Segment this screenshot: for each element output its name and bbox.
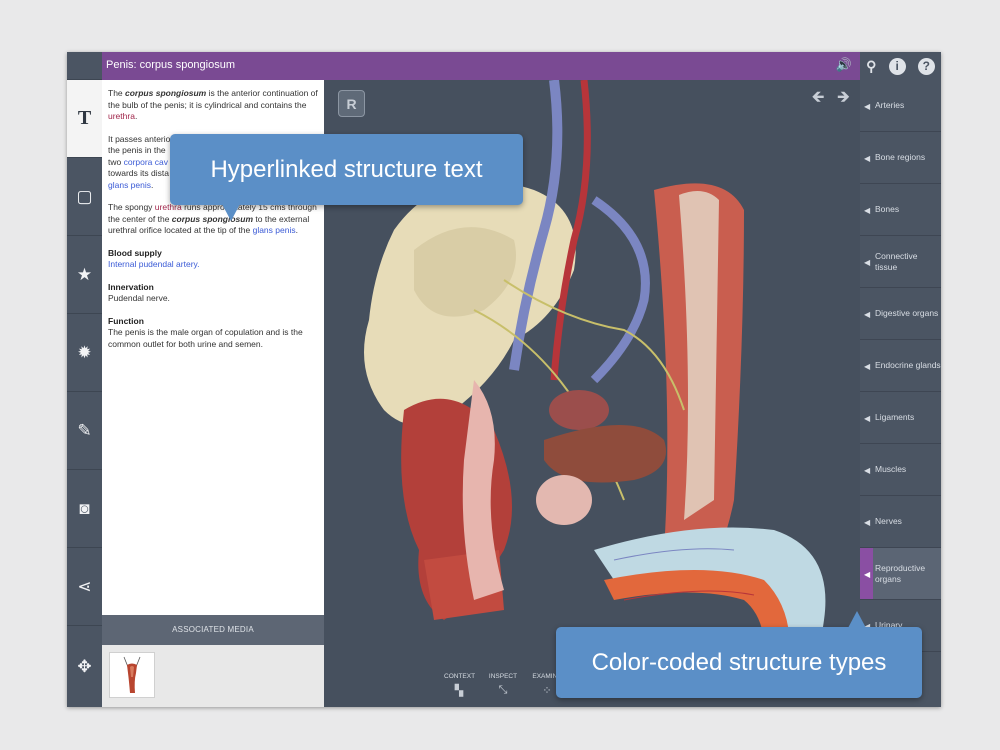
innervation-section: Innervation Pudendal nerve. <box>108 282 318 305</box>
favorites-button[interactable]: ★ <box>67 236 102 314</box>
triangle-left-icon: ◀ <box>864 101 871 111</box>
frame-tool-button[interactable]: ▢ <box>67 158 102 236</box>
callout-color-coded: Color-coded structure types <box>556 611 922 698</box>
callout-hyperlinked-text: Hyperlinked structure text <box>170 134 523 221</box>
category-digestive-organs[interactable]: ◀ Digestive organs <box>860 288 941 340</box>
share-button[interactable]: ⋖ <box>67 548 102 626</box>
blood-supply-heading: Blood supply <box>108 247 162 258</box>
category-arteries[interactable]: ◀ Arteries <box>860 80 941 132</box>
function-heading: Function <box>108 315 144 326</box>
move-icon: ✥ <box>77 656 92 676</box>
context-icon: ▚ <box>454 685 464 697</box>
text-icon: T <box>77 107 92 129</box>
triangle-left-icon: ◀ <box>864 361 871 371</box>
inspect-icon: ⤡ <box>498 684 508 696</box>
media-thumbnail[interactable] <box>109 652 155 698</box>
category-reproductive-organs[interactable]: ◀ Reproductive organs <box>860 548 941 600</box>
innervation-text: Pudendal nerve. <box>108 293 170 303</box>
speaker-icon[interactable]: 🔊 <box>836 57 852 73</box>
context-mode-button[interactable]: CONTEXT ▚ <box>444 673 476 697</box>
triangle-left-icon: ◀ <box>864 517 871 527</box>
camera-button[interactable]: ◙ <box>67 470 102 548</box>
settings-button[interactable]: ✹ <box>67 314 102 392</box>
tools-button[interactable]: ✎ <box>67 392 102 470</box>
triangle-left-icon: ◀ <box>864 257 871 267</box>
triangle-left-icon: ◀ <box>864 569 871 579</box>
triangle-left-icon: ◀ <box>864 205 871 215</box>
context-mode-label: CONTEXT <box>444 673 476 680</box>
associated-media-header: ASSOCIATED MEDIA <box>102 615 324 645</box>
category-bones[interactable]: ◀ Bones <box>860 184 941 236</box>
link-glans-penis[interactable]: glans penis <box>108 180 151 190</box>
link-urethra[interactable]: urethra <box>108 111 135 121</box>
pencil-ruler-icon: ✎ <box>77 420 92 440</box>
callout-hyperlinked-text-label: Hyperlinked structure text <box>210 155 483 183</box>
category-muscles[interactable]: ◀ Muscles <box>860 444 941 496</box>
link-internal-pudendal-artery[interactable]: Internal pudendal artery. <box>108 259 200 269</box>
category-ligaments[interactable]: ◀ Ligaments <box>860 392 941 444</box>
top-icons: ⚲ i ? <box>860 52 941 80</box>
help-icon[interactable]: ? <box>917 57 935 75</box>
left-toolbar: T ▢ ★ ✹ ✎ ◙ ⋖ ✥ <box>67 52 102 707</box>
back-arrow-icon[interactable]: 🡸 <box>812 89 825 106</box>
function-section: Function The penis is the male organ of … <box>108 316 318 351</box>
link-corpora-cavernosa[interactable]: corpora cav <box>124 157 168 167</box>
info-icon[interactable]: i <box>888 57 906 75</box>
structure-type-list: ◀ Arteries ◀ Bone regions ◀ Bones ◀ Connecti… <box>860 80 941 707</box>
move-button[interactable]: ✥ <box>67 626 102 707</box>
callout-pointer <box>222 204 240 221</box>
triangle-left-icon: ◀ <box>864 413 871 423</box>
callout-color-coded-label: Color-coded structure types <box>591 648 887 676</box>
link-glans-penis-2[interactable]: glans penis <box>253 225 296 235</box>
nav-arrows: 🡸 🡺 <box>804 86 850 113</box>
innervation-heading: Innervation <box>108 281 154 292</box>
function-text: The penis is the male organ of copulatio… <box>108 327 303 349</box>
blood-supply-section: Blood supply Internal pudendal artery. <box>108 248 318 271</box>
category-connective-tissue[interactable]: ◀ Connective tissue <box>860 236 941 288</box>
category-endocrine-glands[interactable]: ◀ Endocrine glands <box>860 340 941 392</box>
star-icon: ★ <box>76 264 93 284</box>
camera-icon: ◙ <box>79 498 90 518</box>
structure-header: Penis: corpus spongiosum 🔊 <box>102 52 860 80</box>
frame-icon: ▢ <box>76 186 93 206</box>
toolbar-header <box>67 52 102 80</box>
share-icon: ⋖ <box>77 576 92 596</box>
associated-media-row <box>102 645 324 707</box>
text-tool-button[interactable]: T <box>67 80 102 158</box>
inspect-mode-label: INSPECT <box>488 673 518 680</box>
forward-arrow-icon[interactable]: 🡺 <box>837 89 850 106</box>
triangle-left-icon: ◀ <box>864 153 871 163</box>
view-mode-bar: CONTEXT ▚ INSPECT ⤡ EXAMINE ⁘ <box>444 673 562 697</box>
triangle-left-icon: ◀ <box>864 465 871 475</box>
callout-pointer <box>848 611 866 628</box>
category-bone-regions[interactable]: ◀ Bone regions <box>860 132 941 184</box>
category-nerves[interactable]: ◀ Nerves <box>860 496 941 548</box>
description-paragraph-1: The corpus spongiosum is the anterior co… <box>108 88 318 121</box>
triangle-left-icon: ◀ <box>864 309 871 319</box>
search-icon[interactable]: ⚲ <box>866 58 876 75</box>
gear-icon: ✹ <box>77 342 92 362</box>
structure-title: Penis: corpus spongiosum <box>106 59 236 71</box>
description-paragraph-3: The spongy urethra runs approximately 15… <box>108 202 317 235</box>
term-corpus-spongiosum: corpus spongiosum <box>125 88 207 98</box>
inspect-mode-button[interactable]: INSPECT ⤡ <box>488 673 518 697</box>
reset-button[interactable]: R <box>338 90 365 117</box>
